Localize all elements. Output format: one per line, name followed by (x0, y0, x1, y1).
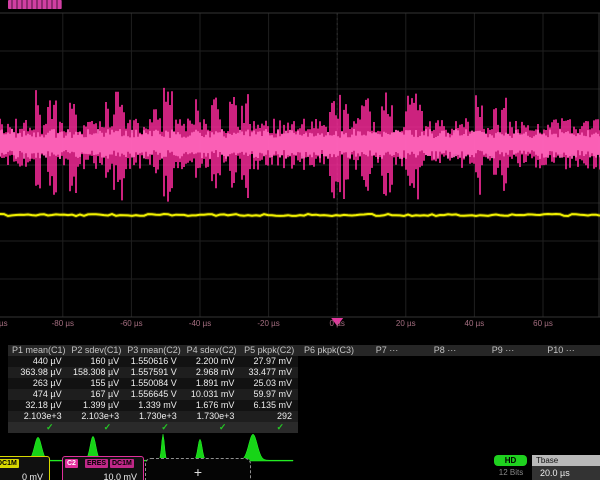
parameter-value: 2.968 mV (183, 367, 241, 378)
parameter-header[interactable]: P6 pkpk(C3) (300, 345, 358, 356)
time-tick-label: -80 µs (52, 319, 74, 328)
parameter-value: 167 µV (68, 389, 126, 400)
c2-eres-badge: ERES (85, 459, 108, 468)
trace-label-badge (8, 0, 62, 9)
parameter-value: 10.031 mV (183, 389, 241, 400)
parameter-value: 59.97 mV (240, 389, 298, 400)
parameter-value: 25.03 mV (240, 378, 298, 389)
time-tick-label: -100 µs (0, 319, 8, 328)
timebase-value: 20.0 µs (540, 468, 570, 478)
parameter-value: 1.556645 V (125, 389, 183, 400)
time-tick-label: 40 µs (465, 319, 485, 328)
table-row: ✓✓✓✓✓ (8, 422, 298, 433)
parameter-value[interactable]: P5 pkpk(C2) (240, 345, 298, 356)
hd-bits-label: 12 Bits (490, 468, 532, 477)
parameter-value[interactable]: P4 sdev(C2) (183, 345, 241, 356)
c2-tab: C2 (65, 459, 78, 468)
parameter-value: 1.550616 V (125, 356, 183, 367)
graticule (0, 13, 600, 317)
oscilloscope-screen: -100 µs -80 µs -60 µs -40 µs -20 µs 0 µs 20 µs… (0, 0, 600, 480)
time-tick-label: 60 µs (533, 319, 553, 328)
parameter-value: 6.135 mV (240, 400, 298, 411)
parameter-value[interactable]: P1 mean(C1) (10, 345, 68, 356)
time-tick-label: -60 µs (120, 319, 142, 328)
parameter-header[interactable]: P7 ··· (358, 345, 416, 356)
c1-scale-value: 0 mV (22, 472, 43, 480)
parameter-value: 27.97 mV (240, 356, 298, 367)
channel-descriptor-c1[interactable]: DC1M 0 mV (0, 456, 50, 480)
time-tick-label: -40 µs (189, 319, 211, 328)
parameter-value: 1.730e+3 (125, 411, 183, 422)
plus-icon: + (194, 464, 202, 480)
parameter-header[interactable]: P9 ··· (474, 345, 532, 356)
table-row: 474 µV167 µV1.556645 V10.031 mV59.97 mV (8, 389, 298, 400)
table-row: 32.18 µV1.399 µV1.339 mV1.676 mV6.135 mV (8, 400, 298, 411)
parameter-value: ✓ (240, 422, 298, 433)
time-tick-label: -20 µs (257, 319, 279, 328)
time-tick-label: 20 µs (396, 319, 416, 328)
parameter-header[interactable]: P8 ··· (416, 345, 474, 356)
parameter-value: 1.891 mV (183, 378, 241, 389)
parameter-value: 158.308 µV (68, 367, 126, 378)
table-row: 363.98 µV158.308 µV1.557591 V2.968 mV33.… (8, 367, 298, 378)
channel-descriptor-c2[interactable]: C2 ERES DC1M 10.0 mV (62, 456, 144, 480)
c2-scale-value: 10.0 mV (103, 472, 137, 480)
parameter-value[interactable]: P3 mean(C2) (125, 345, 183, 356)
parameter-value: ✓ (10, 422, 68, 433)
parameter-value: 33.477 mV (240, 367, 298, 378)
time-tick-label: 0 µs (330, 319, 345, 328)
parameter-value: ✓ (125, 422, 183, 433)
c2-coupling-badge: DC1M (110, 459, 134, 468)
hd-mode-button[interactable]: HD (494, 455, 527, 466)
parameter-value: ✓ (68, 422, 126, 433)
parameter-value: 2.200 mV (183, 356, 241, 367)
table-row: P1 mean(C1)P2 sdev(C1)P3 mean(C2)P4 sdev… (8, 345, 600, 356)
parameter-value: 474 µV (10, 389, 68, 400)
parameter-value: 1.339 mV (125, 400, 183, 411)
parameter-value: 1.399 µV (68, 400, 126, 411)
parameter-value: 292 (240, 411, 298, 422)
table-row: 440 µV160 µV1.550616 V2.200 mV27.97 mV (8, 356, 298, 367)
c1-coupling-badge: DC1M (0, 459, 19, 468)
parameter-value[interactable]: P2 sdev(C1) (68, 345, 126, 356)
parameter-value: 1.557591 V (125, 367, 183, 378)
parameter-value: 1.730e+3 (183, 411, 241, 422)
timebase-tab: Tbase (532, 455, 600, 466)
parameter-value: 363.98 µV (10, 367, 68, 378)
parameter-value: 1.550084 V (125, 378, 183, 389)
parameter-value: 1.676 mV (183, 400, 241, 411)
parameter-value: 263 µV (10, 378, 68, 389)
parameter-value: 32.18 µV (10, 400, 68, 411)
add-trace-button[interactable]: + (145, 458, 251, 480)
parameter-value: 2.103e+3 (68, 411, 126, 422)
table-row: 2.103e+32.103e+31.730e+31.730e+3292 (8, 411, 298, 422)
parameter-value: 155 µV (68, 378, 126, 389)
parameter-value: 440 µV (10, 356, 68, 367)
table-row: 263 µV155 µV1.550084 V1.891 mV25.03 mV (8, 378, 298, 389)
timebase-descriptor[interactable]: Tbase 20.0 µs (532, 455, 600, 480)
parameter-header[interactable]: P10 ··· (532, 345, 590, 356)
parameter-value: 2.103e+3 (10, 411, 68, 422)
parameter-value: ✓ (183, 422, 241, 433)
parameter-value: 160 µV (68, 356, 126, 367)
